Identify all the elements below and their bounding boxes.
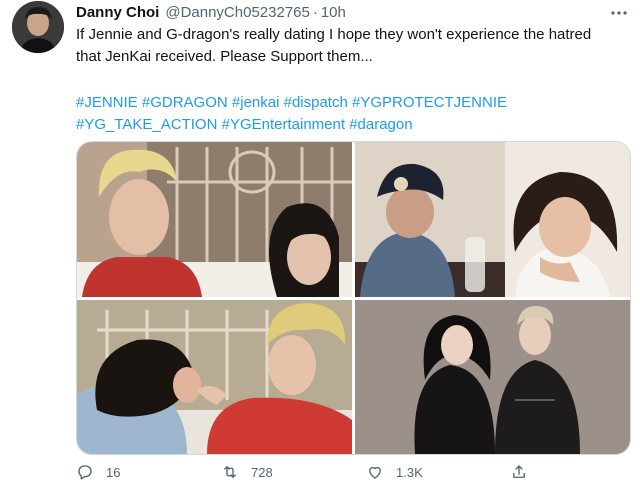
avatar[interactable] (12, 1, 64, 53)
reply-icon (78, 465, 92, 480)
media-photo[interactable] (77, 142, 352, 297)
media-grid (76, 141, 631, 455)
hashtag[interactable]: #YG_TAKE_ACTION (76, 116, 217, 133)
display-name[interactable]: Danny Choi (76, 4, 159, 21)
hashtag[interactable]: #dispatch (284, 94, 348, 111)
reply-count: 16 (106, 464, 121, 480)
hashtag[interactable]: #JENNIE (76, 94, 138, 111)
hashtag[interactable]: #daragon (349, 116, 412, 133)
hashtag[interactable]: #YGPROTECTJENNIE (352, 94, 507, 111)
heart-icon (369, 466, 381, 479)
media-photo[interactable] (355, 142, 630, 297)
tweet-text: If Jennie and G-dragon's really dating I… (76, 26, 592, 65)
share-icon (513, 465, 525, 478)
hashtag[interactable]: #YGEntertainment (222, 116, 345, 133)
hashtag[interactable]: #jenkai (232, 94, 280, 111)
hashtag[interactable]: #GDRAGON (142, 94, 228, 111)
separator-dot: · (312, 4, 318, 21)
retweet-count: 728 (251, 464, 273, 480)
hashtag-list: #JENNIE #GDRAGON #jenkai #dispatch #YGPR… (76, 92, 616, 136)
timestamp[interactable]: 10h (321, 4, 346, 21)
like-count: 1.3K (396, 464, 423, 480)
like-button[interactable]: 1.3K (366, 460, 423, 484)
share-button[interactable] (510, 460, 540, 484)
tweet-actions: 16 728 1.3K (76, 460, 616, 484)
more-dots-icon[interactable] (610, 4, 628, 22)
user-handle[interactable]: @DannyCh05232765 (165, 4, 310, 21)
reply-button[interactable]: 16 (76, 460, 120, 484)
retweet-icon (224, 466, 236, 478)
media-photo[interactable] (77, 300, 352, 454)
retweet-button[interactable]: 728 (221, 460, 273, 484)
tweet-header: Danny Choi @DannyCh05232765 · 10h (76, 2, 600, 24)
media-photo[interactable] (355, 300, 630, 454)
